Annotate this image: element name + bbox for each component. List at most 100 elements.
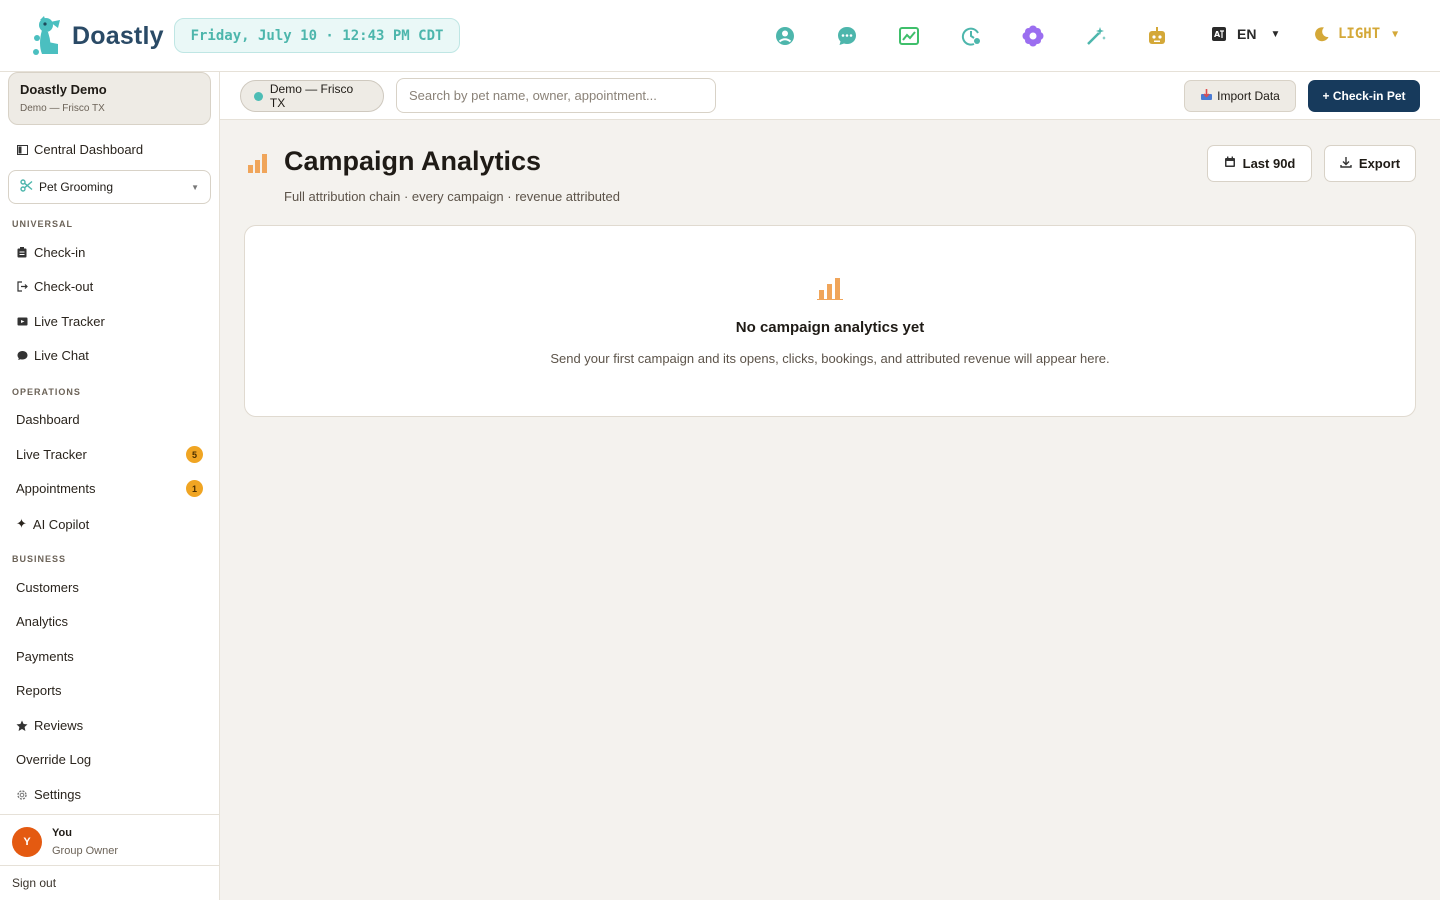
gear-icon bbox=[16, 789, 28, 801]
sidebar-item-appointments[interactable]: Appointments bbox=[16, 481, 96, 496]
vertical-selector[interactable]: Pet Grooming ▼ bbox=[8, 170, 211, 204]
chat-bubble-icon bbox=[16, 350, 28, 362]
sidebar-item-label: Payments bbox=[16, 649, 74, 664]
vertical-label: Pet Grooming bbox=[39, 180, 114, 194]
location-selector[interactable]: Demo — Frisco TX bbox=[240, 80, 384, 112]
bar-chart-icon bbox=[246, 152, 270, 179]
sidebar-item-settings[interactable]: Settings bbox=[16, 787, 81, 802]
sidebar-item-live-tracker-universal[interactable]: Live Tracker bbox=[16, 314, 105, 329]
date-range-label: Last 90d bbox=[1242, 156, 1296, 171]
top-bar: Doastly Friday, July 10 · 12:43 PM CDT A… bbox=[0, 0, 1440, 72]
page-subtitle: Full attribution chain · every campaign … bbox=[284, 189, 621, 204]
theme-toggle[interactable]: LIGHT ▼ bbox=[1314, 26, 1398, 42]
section-universal: UNIVERSAL bbox=[12, 219, 74, 229]
sidebar-item-label: Check-out bbox=[34, 279, 94, 294]
sidebar-item-live-chat[interactable]: Live Chat bbox=[16, 348, 89, 363]
section-operations: OPERATIONS bbox=[12, 387, 81, 397]
logo[interactable]: Doastly bbox=[32, 14, 164, 58]
inbox-icon bbox=[1200, 88, 1213, 104]
sidebar-item-label: Check-in bbox=[34, 245, 86, 260]
flower-icon[interactable] bbox=[1020, 23, 1046, 49]
exit-icon bbox=[16, 281, 28, 293]
sidebar-item-label: Dashboard bbox=[16, 412, 80, 427]
user-profile[interactable]: Y You Group Owner bbox=[0, 814, 219, 866]
sidebar-item-label: Customers bbox=[16, 580, 79, 595]
translate-icon: A bbox=[1212, 27, 1226, 41]
sidebar-item-label: AI Copilot bbox=[32, 516, 90, 532]
sidebar-item-customers[interactable]: Customers bbox=[16, 580, 79, 595]
chat-icon[interactable] bbox=[834, 23, 860, 49]
chevron-down-icon: ▼ bbox=[191, 182, 199, 192]
magic-wand-icon[interactable] bbox=[1083, 23, 1109, 49]
sidebar-item-override-log[interactable]: Override Log bbox=[16, 752, 91, 767]
import-data-label: Import Data bbox=[1217, 89, 1280, 103]
sidebar-item-dashboard[interactable]: Dashboard bbox=[16, 412, 80, 427]
sidebar-item-label: Analytics bbox=[16, 614, 69, 629]
sidebar-item-label: Reviews bbox=[34, 718, 84, 733]
date-range-button[interactable]: Last 90d bbox=[1207, 145, 1312, 182]
clock-icon[interactable] bbox=[958, 23, 984, 49]
sidebar-item-label: Central Dashboard bbox=[34, 142, 144, 157]
empty-state-title: No campaign analytics yet bbox=[735, 319, 925, 336]
sidebar-item-ai-copilot[interactable]: ✦ AI Copilot bbox=[16, 516, 89, 532]
org-switcher[interactable]: Doastly Demo Demo — Frisco TX bbox=[8, 72, 211, 125]
brand-name: Doastly bbox=[72, 21, 164, 50]
svg-text:A: A bbox=[1214, 30, 1221, 39]
sidebar-item-reports[interactable]: Reports bbox=[16, 683, 62, 698]
sidebar-item-label: Override Log bbox=[16, 752, 92, 767]
empty-state-message: Send your first campaign and its opens, … bbox=[550, 351, 1110, 366]
avatar: Y bbox=[12, 827, 42, 857]
dog-logo-icon bbox=[33, 16, 60, 55]
section-business: BUSINESS bbox=[12, 554, 67, 564]
export-button[interactable]: Export bbox=[1324, 145, 1416, 182]
sidebar-item-analytics[interactable]: Analytics bbox=[16, 614, 68, 629]
export-label: Export bbox=[1358, 156, 1401, 171]
moon-icon bbox=[1315, 27, 1329, 42]
sidebar-item-label: Live Tracker bbox=[34, 314, 105, 329]
user-role: Group Owner bbox=[52, 845, 119, 857]
sidebar-item-label: Settings bbox=[34, 787, 81, 802]
star-icon bbox=[16, 720, 28, 732]
sidebar-item-check-in[interactable]: Check-in bbox=[16, 245, 85, 260]
check-in-pet-button[interactable]: + Check-in Pet bbox=[1308, 80, 1420, 112]
datetime-pill: Friday, July 10 · 12:43 PM CDT bbox=[174, 18, 460, 53]
sidebar-item-label: Reports bbox=[16, 683, 62, 698]
clipboard-icon bbox=[16, 247, 28, 259]
sidebar-item-live-tracker[interactable]: Live Tracker bbox=[16, 447, 87, 462]
search-input[interactable] bbox=[396, 78, 716, 113]
user-name: You bbox=[52, 827, 72, 839]
import-data-button[interactable]: Import Data bbox=[1184, 80, 1296, 112]
sidebar-item-label: Live Tracker bbox=[16, 447, 87, 462]
org-location: Demo — Frisco TX bbox=[20, 103, 105, 114]
sidebar-item-central-dashboard[interactable]: Central Dashboard bbox=[16, 142, 143, 157]
bar-chart-icon bbox=[817, 276, 843, 305]
robot-icon[interactable] bbox=[1144, 23, 1170, 49]
live-tracker-badge: 5 bbox=[186, 446, 203, 463]
page-title: Campaign Analytics bbox=[284, 146, 542, 176]
download-icon bbox=[1340, 156, 1352, 171]
org-name: Doastly Demo bbox=[20, 82, 107, 97]
status-dot bbox=[254, 91, 263, 101]
chevron-down-icon: ▼ bbox=[1392, 28, 1399, 40]
language-selector[interactable]: A EN ▼ bbox=[1211, 26, 1280, 42]
sidebar-item-label: Live Chat bbox=[34, 348, 89, 363]
appointments-badge: 1 bbox=[186, 480, 203, 497]
sidebar-item-label: Appointments bbox=[16, 481, 96, 496]
theme-label: LIGHT bbox=[1338, 26, 1381, 42]
location-label: Demo — Frisco TX bbox=[269, 82, 354, 110]
sidebar-item-reviews[interactable]: Reviews bbox=[16, 718, 83, 733]
chart-icon[interactable] bbox=[896, 23, 922, 49]
sidebar-item-payments[interactable]: Payments bbox=[16, 649, 74, 664]
sparkle-icon: ✦ bbox=[16, 516, 27, 531]
sidebar-item-check-out[interactable]: Check-out bbox=[16, 279, 93, 294]
sign-out-link[interactable]: Sign out bbox=[0, 865, 219, 900]
empty-state-card: No campaign analytics yet Send your firs… bbox=[244, 225, 1416, 417]
language-code: EN bbox=[1237, 26, 1257, 42]
support-icon[interactable] bbox=[772, 23, 798, 49]
sidebar: Doastly Demo Demo — Frisco TX Central Da… bbox=[0, 72, 220, 900]
dashboard-icon bbox=[16, 144, 28, 156]
tv-icon bbox=[16, 316, 28, 328]
scissors-icon bbox=[20, 179, 33, 195]
calendar-icon bbox=[1224, 156, 1236, 171]
chevron-down-icon: ▼ bbox=[1270, 28, 1281, 40]
